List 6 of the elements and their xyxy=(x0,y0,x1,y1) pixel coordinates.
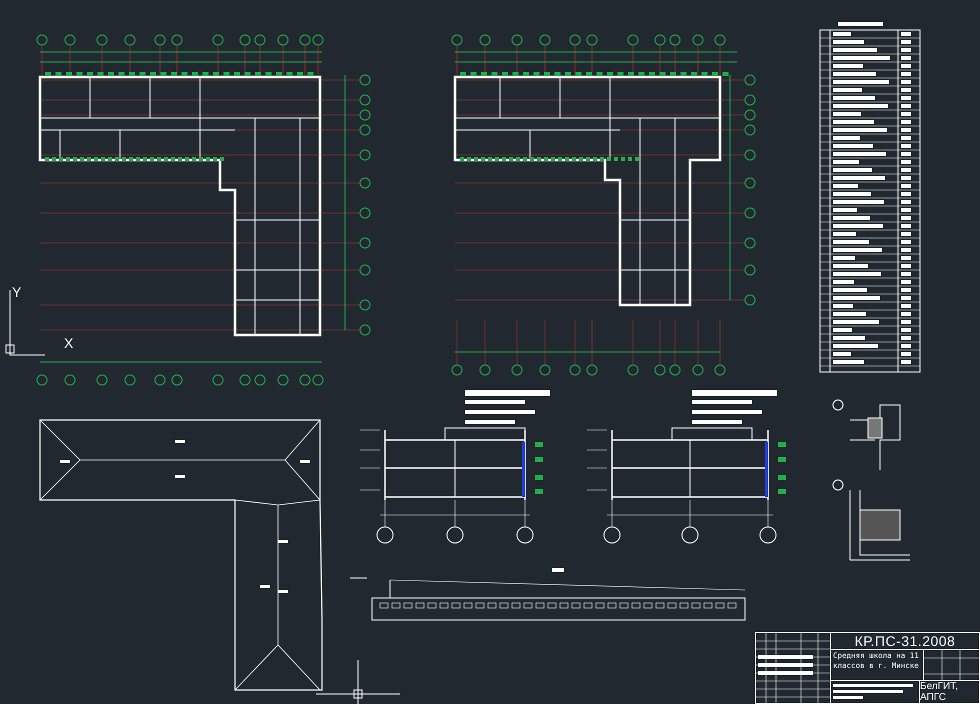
ucs-x-label: X xyxy=(64,336,74,350)
crosshair-icon xyxy=(316,660,400,704)
ucs-y-label: Y xyxy=(12,285,22,299)
drawing-code: КР.ПС-31.2008 xyxy=(831,633,979,650)
detail-drawing xyxy=(832,400,900,470)
organization-name: БелГИТ, АПГС xyxy=(919,681,979,703)
